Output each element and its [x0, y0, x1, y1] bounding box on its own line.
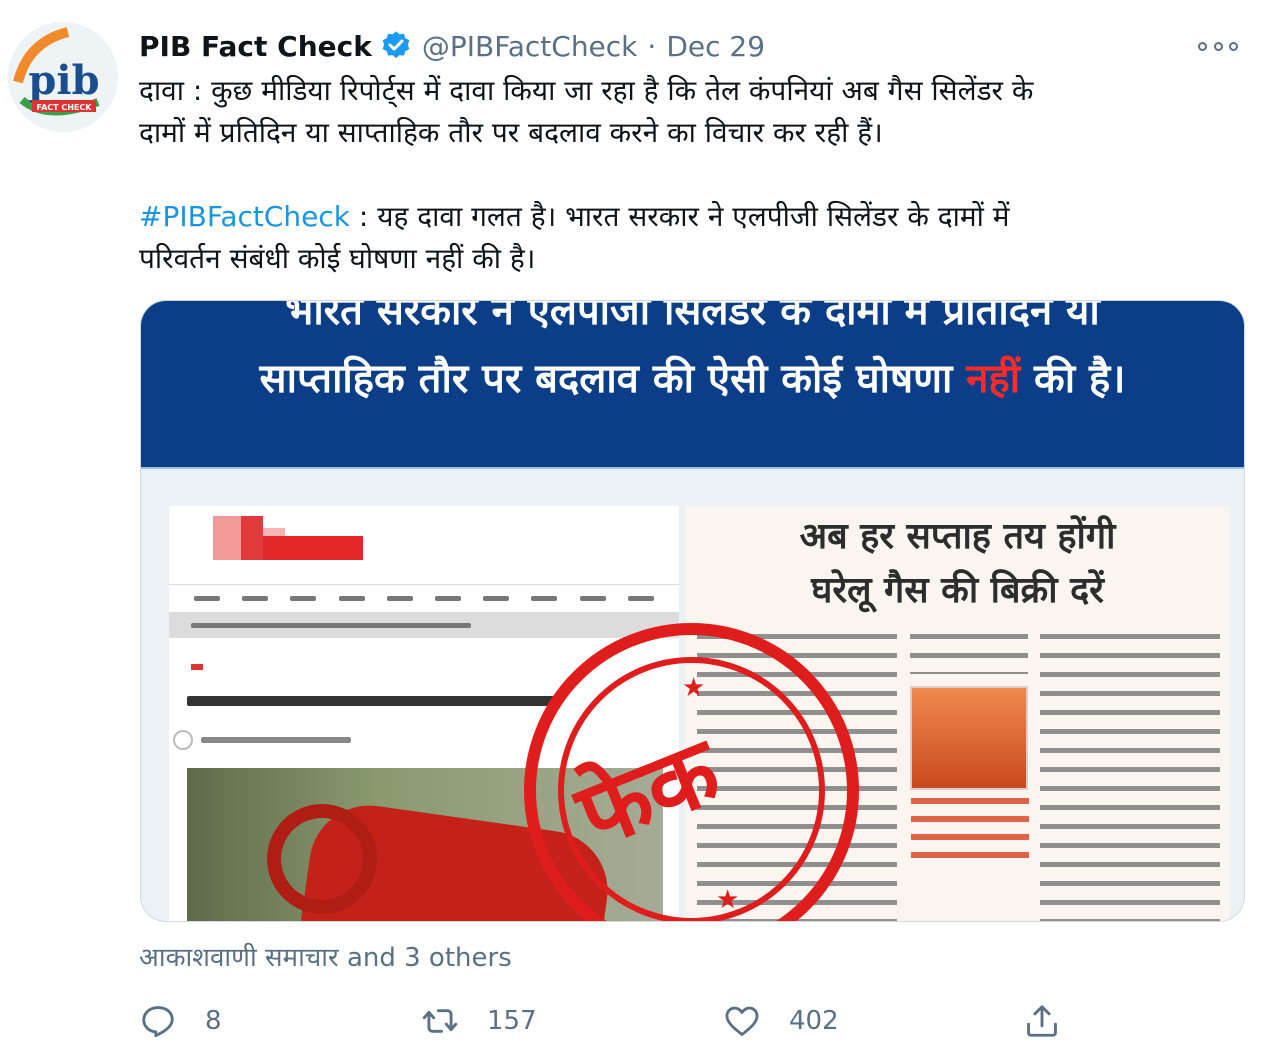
share-button[interactable] — [1023, 998, 1089, 1044]
media-banner: भारत सरकार ने एलपीजी सिलेंडर के दामों मे… — [141, 301, 1244, 469]
like-button[interactable]: 402 — [723, 998, 839, 1044]
blurred-logo — [213, 516, 243, 560]
retweet-icon — [422, 1009, 458, 1033]
banner-stripe — [141, 467, 1244, 469]
tweet-text-line2: दामों में प्रतिदिन या साप्ताहिक तौर पर ब… — [139, 116, 883, 149]
verified-badge-icon — [382, 31, 410, 58]
banner-line2: साप्ताहिक तौर पर बदलाव की ऐसी कोई घोषणा … — [141, 349, 1244, 404]
like-count: 402 — [789, 1006, 839, 1036]
hashtag-link[interactable]: #PIBFactCheck — [139, 200, 350, 233]
banner-line2-red: नहीं — [966, 356, 1021, 402]
tweet-text-line4: परिवर्तन संबंधी कोई घोषणा नहीं की है। — [139, 242, 536, 275]
newspaper-column — [910, 634, 1028, 674]
tweet-text-line1: दावा : कुछ मीडिया रिपोर्ट्स में दावा किय… — [139, 74, 1034, 107]
site-headline — [187, 696, 559, 706]
banner-line1: भारत सरकार ने एलपीजी सिलेंडर के दामों मे… — [285, 300, 1100, 334]
author-name[interactable]: PIB Fact Check — [139, 30, 372, 63]
blurred-logo-part — [241, 516, 263, 560]
heart-icon — [725, 1006, 759, 1036]
site-author-avatar — [173, 730, 193, 750]
share-icon — [1027, 1005, 1057, 1037]
tweet-text-line3-rest: : यह दावा गलत है। भारत सरकार ने एलपीजी स… — [350, 200, 1010, 233]
more-options-icon[interactable] — [1198, 36, 1238, 56]
avatar-logo-text: pib — [28, 57, 99, 104]
tweet-text: दावा : कुछ मीडिया रिपोर्ट्स में दावा किय… — [139, 70, 1249, 280]
site-nav-bar — [169, 584, 679, 612]
tweet-text-line3: #PIBFactCheck : यह दावा गलत है। भारत सरक… — [139, 196, 1249, 238]
tweet-media-image[interactable]: भारत सरकार ने एलपीजी सिलेंडर के दामों मे… — [140, 300, 1245, 922]
newspaper-headline2: घरेलू गैस की बिक्री दरें — [811, 570, 1104, 611]
avatar-sub-text: FACT CHECK — [37, 103, 93, 112]
tweet-actions: 8 157 402 — [139, 998, 1099, 1044]
banner-line2-end: की है। — [1020, 356, 1126, 402]
blurred-logo-part — [263, 536, 363, 560]
retweet-count: 157 — [487, 1006, 537, 1036]
tweet[interactable]: pib FACT CHECK PIB Fact Check @PIBFactCh… — [0, 0, 1280, 1064]
reply-count: 8 — [205, 1006, 222, 1036]
newspaper-caption — [911, 798, 1029, 864]
reply-icon — [142, 1006, 174, 1037]
stamp-star-icon: ★ — [682, 673, 706, 703]
retweet-button[interactable]: 157 — [421, 998, 537, 1044]
newspaper-headline1: अब हर सप्ताह तय होंगी — [799, 516, 1116, 557]
pib-logo-icon: pib FACT CHECK — [8, 22, 118, 132]
tweet-header: PIB Fact Check @PIBFactCheck · Dec 29 — [139, 26, 765, 66]
site-author-line — [201, 737, 351, 743]
reply-button[interactable]: 8 — [139, 998, 222, 1044]
tweet-date[interactable]: Dec 29 — [666, 30, 765, 63]
site-category-tag — [191, 664, 203, 670]
social-context[interactable]: आकाशवाणी समाचार and 3 others — [139, 938, 512, 974]
site-breadcrumb — [169, 612, 679, 638]
banner-line2-start: साप्ताहिक तौर पर बदलाव की ऐसी कोई घोषणा — [259, 356, 967, 402]
author-handle[interactable]: @PIBFactCheck — [422, 30, 638, 63]
header-separator: · — [647, 29, 657, 63]
cylinders-photo — [910, 686, 1028, 790]
avatar[interactable]: pib FACT CHECK — [8, 22, 118, 132]
stamp-star-icon: ★ — [716, 885, 740, 915]
newspaper-column — [1040, 634, 1220, 921]
